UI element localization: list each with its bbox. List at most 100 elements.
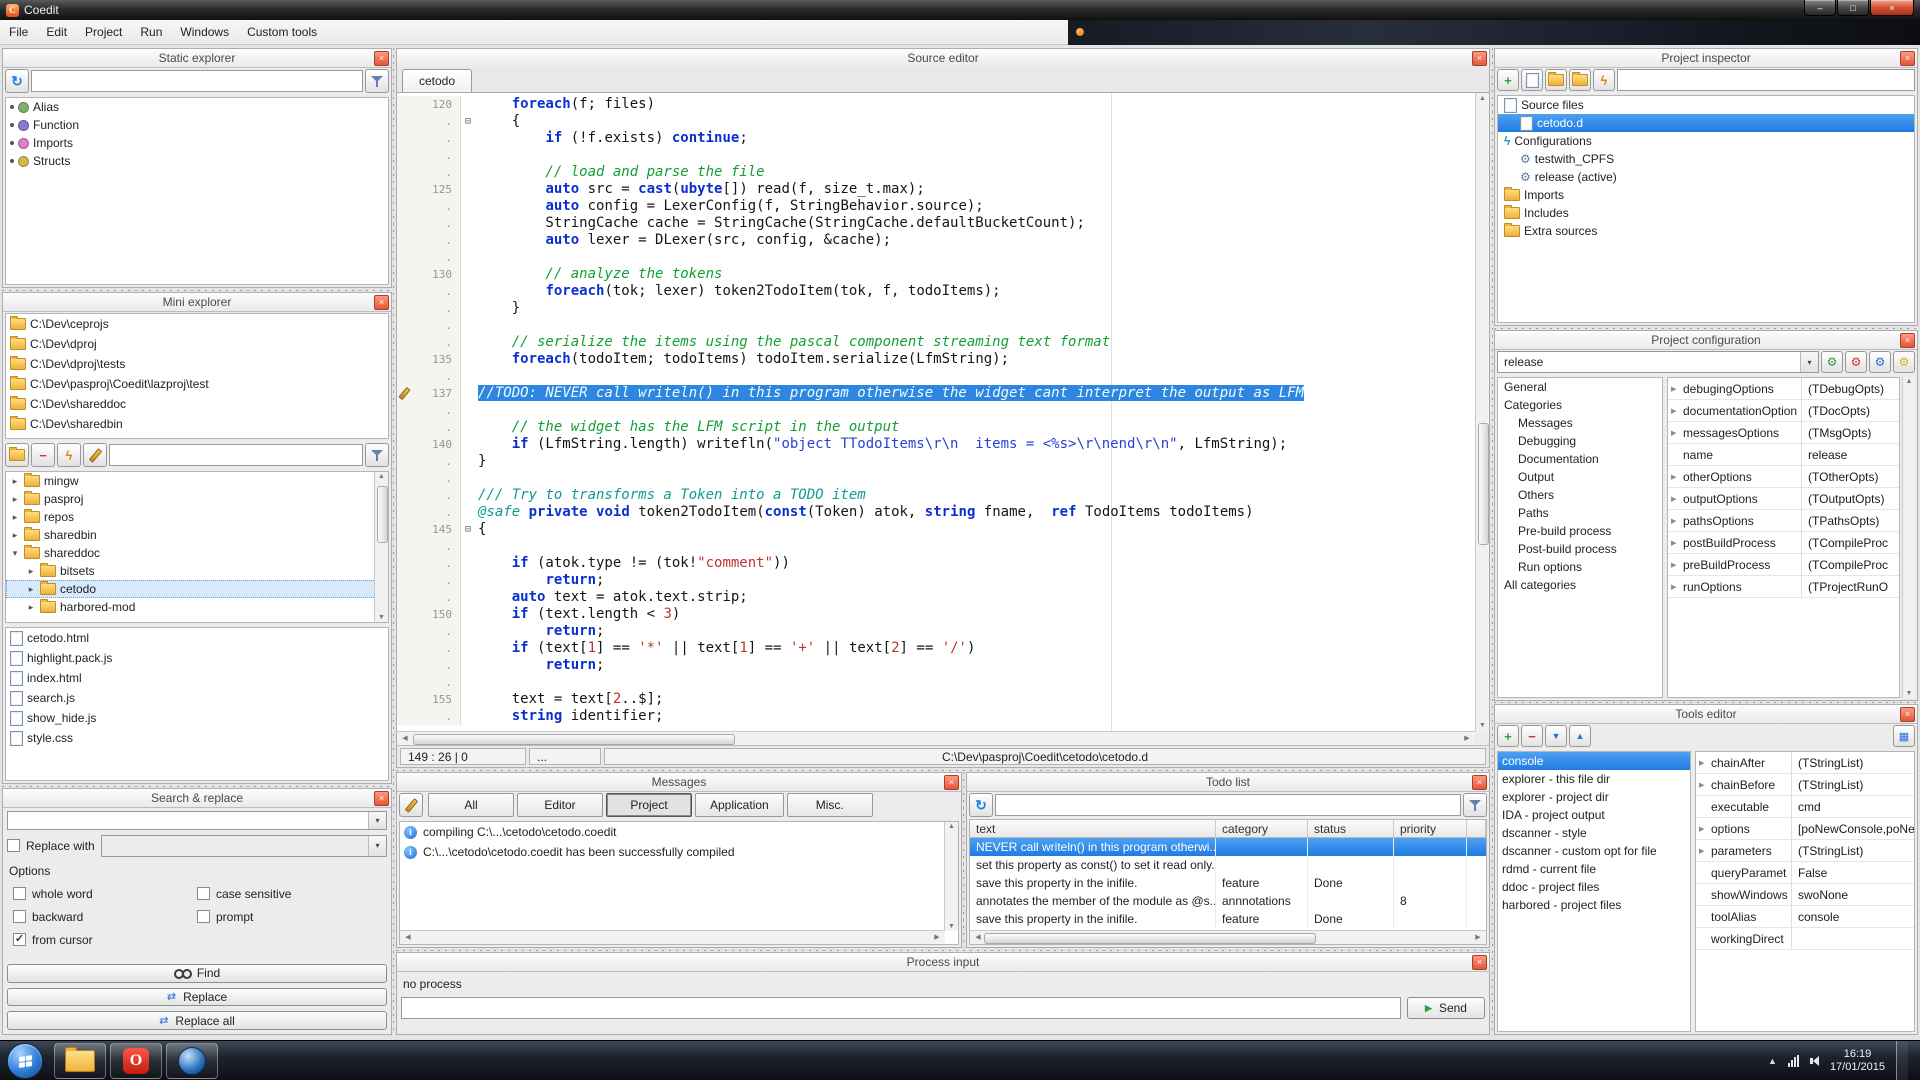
remove-config-button[interactable]: ⚙: [1845, 351, 1867, 373]
code-line[interactable]: . foreach(tok; lexer) token2TodoItem(tok…: [397, 283, 1475, 300]
process-input-field[interactable]: [401, 997, 1401, 1019]
code-line[interactable]: 137//TODO: NEVER call writeln() in this …: [397, 385, 1475, 402]
symbol-item[interactable]: Structs: [6, 152, 388, 170]
taskbar-explorer-button[interactable]: [54, 1043, 106, 1079]
code-line[interactable]: . if (text[1] == '*' || text[1] == '+' |…: [397, 640, 1475, 657]
todo-column-header[interactable]: status: [1308, 820, 1394, 838]
code-line[interactable]: .@safe private void token2TodoItem(const…: [397, 504, 1475, 521]
fold-marker[interactable]: ⊟: [461, 521, 475, 538]
remove-favorite-button[interactable]: −: [31, 443, 55, 467]
chevron-icon[interactable]: ▸: [26, 602, 36, 613]
code-line[interactable]: . // serialize the items using the pasca…: [397, 334, 1475, 351]
expand-arrow-icon[interactable]: ▶: [1671, 495, 1676, 503]
code-line[interactable]: 120 foreach(f; files): [397, 96, 1475, 113]
property-value[interactable]: console: [1792, 910, 1914, 924]
code-line[interactable]: . auto lexer = DLexer(src, config, &cach…: [397, 232, 1475, 249]
code-line[interactable]: 145⊟{: [397, 521, 1475, 538]
filter-button[interactable]: [365, 443, 389, 467]
todo-column-header[interactable]: text: [970, 820, 1216, 838]
add-config-button[interactable]: ⚙: [1821, 351, 1843, 373]
expand-arrow-icon[interactable]: ▶: [1671, 385, 1676, 393]
code-line[interactable]: .: [397, 538, 1475, 555]
property-value[interactable]: (TStringList): [1792, 756, 1914, 770]
code-line[interactable]: .: [397, 368, 1475, 385]
todo-row[interactable]: set this property as const() to set it r…: [970, 856, 1486, 874]
message-row[interactable]: icompiling C:\...\cetodo\cetodo.coedit: [400, 822, 958, 842]
menu-item-file[interactable]: File: [0, 21, 37, 44]
close-panel-icon[interactable]: ×: [1900, 333, 1915, 348]
expand-arrow-icon[interactable]: ▶: [1671, 407, 1676, 415]
property-value[interactable]: (TDocOpts): [1802, 404, 1899, 418]
category-item[interactable]: Run options: [1498, 558, 1662, 576]
favorite-folder-item[interactable]: C:\Dev\dproj\tests: [6, 354, 388, 374]
run-tool-button[interactable]: ▦: [1893, 725, 1915, 747]
list-item[interactable]: index.html: [6, 668, 388, 688]
code-line[interactable]: . return;: [397, 623, 1475, 640]
property-row[interactable]: ▶preBuildProcess(TCompileProc: [1668, 554, 1899, 576]
todo-column-header[interactable]: category: [1216, 820, 1308, 838]
property-row[interactable]: ▶postBuildProcess(TCompileProc: [1668, 532, 1899, 554]
chevron-icon[interactable]: ▸: [10, 530, 20, 541]
tree-item[interactable]: ▸repos: [6, 508, 388, 526]
property-value[interactable]: [poNewConsole,poNew: [1792, 822, 1914, 836]
add-favorite-button[interactable]: [5, 443, 29, 467]
option-checkbox[interactable]: backward: [13, 910, 197, 924]
favorite-folder-item[interactable]: C:\Dev\pasproj\Coedit\lazproj\test: [6, 374, 388, 394]
message-tools-button[interactable]: [399, 793, 423, 817]
tray-expand-icon[interactable]: ▲: [1768, 1056, 1777, 1066]
inspector-item[interactable]: Source files: [1498, 96, 1914, 114]
favorite-folder-item[interactable]: C:\Dev\sharedbin: [6, 414, 388, 434]
add-tool-button[interactable]: +: [1497, 725, 1519, 747]
messages-tab-editor[interactable]: Editor: [517, 793, 603, 817]
window-titlebar[interactable]: C Coedit – □ ×: [0, 0, 1920, 20]
tree-item[interactable]: ▸harbored-mod: [6, 598, 388, 616]
tree-item[interactable]: ▾shareddoc: [6, 544, 388, 562]
fold-marker[interactable]: ⊟: [461, 113, 475, 130]
tool-item[interactable]: explorer - this file dir: [1498, 770, 1690, 788]
close-panel-icon[interactable]: ×: [374, 51, 389, 66]
tool-item[interactable]: harbored - project files: [1498, 896, 1690, 914]
property-value[interactable]: (TStringList): [1792, 844, 1914, 858]
list-item[interactable]: cetodo.html: [6, 628, 388, 648]
code-line[interactable]: . auto text = atok.text.strip;: [397, 589, 1475, 606]
explorer-filter-input[interactable]: [109, 444, 363, 466]
close-panel-icon[interactable]: ×: [374, 295, 389, 310]
symbol-item[interactable]: Function: [6, 116, 388, 134]
property-value[interactable]: (TStringList): [1792, 778, 1914, 792]
chevron-icon[interactable]: ▸: [26, 566, 36, 577]
list-item[interactable]: show_hide.js: [6, 708, 388, 728]
add-source-button[interactable]: +: [1497, 69, 1519, 91]
property-row[interactable]: ▶parameters(TStringList): [1696, 840, 1914, 862]
inspector-item[interactable]: ⚙release (active): [1498, 168, 1914, 186]
chevron-icon[interactable]: ▸: [10, 494, 20, 505]
chevron-down-icon[interactable]: ▾: [1800, 352, 1818, 372]
property-row[interactable]: ▶documentationOption(TDocOpts): [1668, 400, 1899, 422]
code-line[interactable]: .: [397, 317, 1475, 334]
menu-item-windows[interactable]: Windows: [171, 21, 238, 44]
favorite-folder-item[interactable]: C:\Dev\ceprojs: [6, 314, 388, 334]
messages-tab-application[interactable]: Application: [695, 793, 784, 817]
property-row[interactable]: ▶chainBefore(TStringList): [1696, 774, 1914, 796]
configuration-combo[interactable]: release ▾: [1497, 351, 1819, 373]
remove-tool-button[interactable]: −: [1521, 725, 1543, 747]
symbol-item[interactable]: Imports: [6, 134, 388, 152]
expand-arrow-icon[interactable]: ▶: [1671, 429, 1676, 437]
shell-open-button[interactable]: ϟ: [57, 443, 81, 467]
chevron-icon[interactable]: ▸: [26, 584, 36, 595]
code-line[interactable]: .: [397, 249, 1475, 266]
category-item[interactable]: Post-build process: [1498, 540, 1662, 558]
category-item[interactable]: Categories: [1498, 396, 1662, 414]
editor-hscrollbar[interactable]: ◀ ▶: [397, 731, 1475, 745]
refresh-button[interactable]: ↻: [5, 69, 29, 93]
menu-item-run[interactable]: Run: [131, 21, 171, 44]
splitter[interactable]: [392, 48, 395, 1035]
tab-cetodo[interactable]: cetodo: [402, 69, 472, 92]
chevron-icon[interactable]: ▾: [10, 548, 20, 559]
property-value[interactable]: (TProjectRunO: [1802, 580, 1899, 594]
property-row[interactable]: namerelease: [1668, 444, 1899, 466]
property-row[interactable]: ▶chainAfter(TStringList): [1696, 752, 1914, 774]
todo-row[interactable]: NEVER call writeln() in this program oth…: [970, 838, 1486, 856]
code-line[interactable]: .: [397, 470, 1475, 487]
expand-arrow-icon[interactable]: ▶: [1671, 517, 1676, 525]
property-value[interactable]: release: [1802, 448, 1899, 462]
